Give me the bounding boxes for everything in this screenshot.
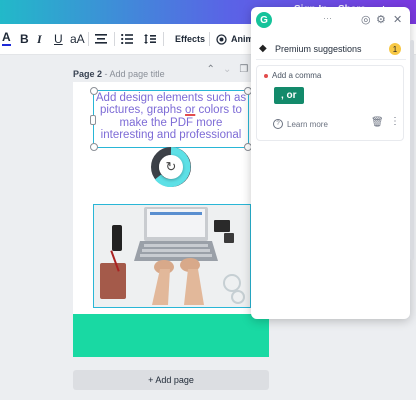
premium-count-badge: 1 <box>389 43 401 55</box>
grammarly-logo-icon[interactable]: G <box>256 12 272 28</box>
learn-more-link[interactable]: ? Learn more <box>273 119 328 129</box>
workspace-photo[interactable] <box>93 204 251 308</box>
divider <box>163 32 164 46</box>
premium-suggestions-label: Premium suggestions <box>275 44 362 54</box>
grammarly-panel: G ⋯ ◎ ⚙ ✕ ◆ Premium suggestions 1 Add a … <box>251 7 410 319</box>
goals-target-icon[interactable]: ◎ <box>361 13 371 26</box>
suggestion-card[interactable]: Add a comma , or ? Learn more 🗑 ⋮ <box>256 65 404 141</box>
underline-button[interactable]: U <box>54 30 63 48</box>
gear-icon[interactable]: ⚙ <box>376 13 386 26</box>
error-dot-icon <box>264 74 268 78</box>
animate-icon[interactable] <box>216 30 227 48</box>
body-text[interactable]: Add design elements such as pictures, gr… <box>94 92 248 142</box>
photo-image <box>94 205 250 307</box>
close-icon[interactable]: ✕ <box>393 13 402 26</box>
scrollbar[interactable] <box>410 40 414 260</box>
page-title-placeholder[interactable]: - Add page title <box>105 69 165 79</box>
italic-button[interactable]: I <box>37 30 42 48</box>
letter-case-button[interactable]: aA <box>70 30 85 48</box>
grammar-error-word[interactable]: or <box>185 104 195 116</box>
drag-handle-icon[interactable]: ⋯ <box>323 13 333 24</box>
suggestion-title: Add a comma <box>272 71 322 80</box>
selected-text-box[interactable]: Add design elements such as pictures, gr… <box>93 90 249 148</box>
divider <box>209 32 210 46</box>
divider <box>88 32 89 46</box>
list-icon[interactable] <box>121 30 133 48</box>
design-page[interactable]: Add design elements such as pictures, gr… <box>73 82 269 357</box>
accept-suggestion-button[interactable]: , or <box>274 87 304 104</box>
question-icon: ? <box>273 119 283 129</box>
page-header: Page 2 - Add page title ⌃⌄❐🗑 <box>73 64 269 79</box>
add-page-button[interactable]: + Add page <box>73 370 269 390</box>
teal-footer-block[interactable] <box>73 314 269 357</box>
duplicate-icon[interactable]: ❐ <box>239 64 248 75</box>
premium-suggestions-row[interactable]: ◆ Premium suggestions 1 <box>256 39 406 60</box>
resize-handle[interactable] <box>90 87 98 95</box>
diamond-icon: ◆ <box>259 43 267 54</box>
font-color-button[interactable]: A <box>2 30 11 46</box>
resize-handle[interactable] <box>90 115 96 125</box>
bold-button[interactable]: B <box>20 30 29 48</box>
chevron-up-icon[interactable]: ⌃ <box>207 64 215 75</box>
divider <box>114 32 115 46</box>
more-options-icon[interactable]: ⋮ <box>390 116 400 127</box>
resize-handle[interactable] <box>90 143 98 151</box>
panel-header: G ⋯ ◎ ⚙ ✕ <box>251 7 410 33</box>
chevron-down-icon[interactable]: ⌄ <box>223 64 231 75</box>
align-center-icon[interactable] <box>95 30 107 48</box>
line-spacing-icon[interactable] <box>144 30 156 48</box>
effects-button[interactable]: Effects <box>175 30 205 48</box>
rotate-icon[interactable]: ↻ <box>159 155 183 179</box>
page-title[interactable]: Page 2 - Add page title <box>73 69 165 79</box>
dismiss-trash-icon[interactable]: 🗑 <box>371 117 384 128</box>
